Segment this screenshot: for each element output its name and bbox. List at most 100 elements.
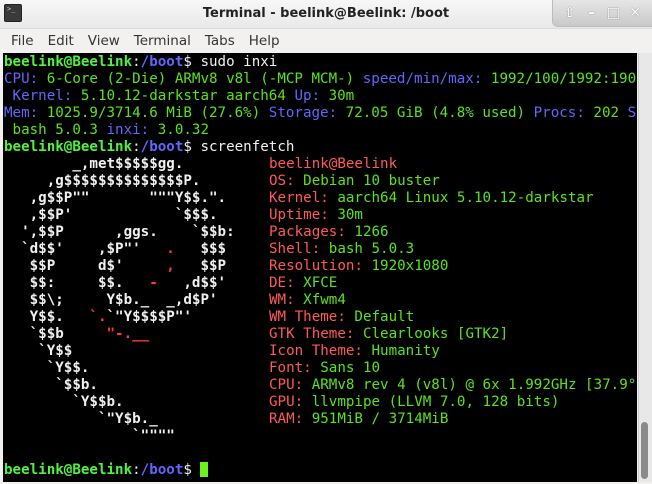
info-value: aarch64 Linux 5.10.12-darkstar	[328, 190, 594, 206]
info-label: OS:	[269, 173, 295, 189]
info-value: bash 5.0.3	[320, 241, 415, 257]
command-output: beelink@Beelink:/boot$ sudo inxi CPU: 6-C…	[4, 54, 637, 156]
info-value: Xfwm4	[294, 292, 346, 308]
logo-segment: -	[149, 275, 158, 291]
logo-segment: `d$$' ,$P"'	[4, 241, 167, 257]
output-segment: :	[132, 139, 141, 155]
info-row: CPU: ARMv8 rev 4 (v8l) @ 6x 1.992GHz [37…	[269, 377, 637, 394]
window-controls: ⇧ – □ ✕	[552, 0, 652, 27]
logo-segment: `$$b	[4, 326, 107, 342]
logo-line: `""""	[4, 428, 235, 445]
output-line: beelink@Beelink:/boot$ screenfetch	[4, 139, 637, 156]
info-row: Icon Theme: Humanity	[269, 343, 637, 360]
logo-segment: $$P	[174, 258, 227, 274]
logo-line: Y$$. `.`"Y$$$$P"'	[4, 309, 235, 326]
debian-ascii-logo: _,met$$$$$gg. ,g$$$$$$$$$$$$$$P. ,g$$P""…	[4, 156, 235, 445]
info-label: DE:	[269, 275, 295, 291]
info-row: Shell: bash 5.0.3	[269, 241, 637, 258]
menu-tabs[interactable]: Tabs	[198, 29, 242, 53]
logo-segment: ,g$$$$$$$$$$$$$$P.	[4, 173, 201, 189]
scrollbar[interactable]	[638, 53, 652, 482]
output-segment: Kernel:	[4, 88, 73, 104]
output-segment: Storage:	[268, 105, 338, 121]
logo-segment: ,g$$P"" """Y$$.".	[4, 190, 227, 206]
output-segment: inxi:	[106, 122, 150, 138]
info-row: DE: XFCE	[269, 275, 637, 292]
minimize-icon[interactable]: –	[584, 5, 600, 21]
final-prompt: beelink@Beelink:/boot$	[4, 462, 209, 479]
title-bar: >_ Terminal - beelink@Beelink: /boot ⇧ –…	[0, 0, 652, 29]
info-label: WM Theme:	[269, 309, 346, 325]
logo-segment: $$P d$'	[4, 258, 167, 274]
logo-segment: .	[166, 241, 175, 257]
logo-segment: ,d$$'	[157, 275, 227, 291]
info-label: beelink@Beelink	[269, 156, 398, 172]
output-segment: beelink@Beelink	[4, 139, 133, 155]
info-value: 30m	[328, 207, 363, 223]
output-segment: speed/min/max:	[362, 71, 483, 87]
info-row: GTK Theme: Clearlooks [GTK2]	[269, 326, 637, 343]
close-icon[interactable]: ✕	[627, 5, 643, 21]
info-label: GTK Theme:	[269, 326, 355, 342]
info-row: Kernel: aarch64 Linux 5.10.12-darkstar	[269, 190, 637, 207]
terminal-output[interactable]: beelink@Beelink:/boot$ sudo inxi CPU: 6-C…	[3, 53, 637, 482]
info-value: Debian 10 buster	[294, 173, 440, 189]
prompt-segment: /boot	[140, 462, 184, 478]
logo-line: `Y$$	[4, 343, 235, 360]
system-info: beelink@Beelink OS: Debian 10 buster Kerne…	[269, 156, 637, 428]
menu-edit[interactable]: Edit	[41, 29, 81, 53]
output-segment: /boot	[140, 139, 184, 155]
info-value: 1266	[345, 224, 389, 240]
info-row: RAM: 951MiB / 3714MiB	[269, 411, 637, 428]
menu-file[interactable]: File	[4, 29, 41, 53]
info-value: llvmpipe (LLVM 7.0, 128 bits)	[303, 394, 560, 410]
logo-segment: `""""	[4, 428, 175, 444]
logo-segment: _,met$$$$$gg.	[4, 156, 184, 172]
keep-on-top-icon[interactable]: ⇧	[562, 5, 578, 21]
info-row: WM: Xfwm4	[269, 292, 637, 309]
output-segment: bash 5.0.3	[4, 122, 107, 138]
output-segment: $ screenfetch	[183, 139, 295, 155]
info-label: Kernel:	[269, 190, 329, 206]
logo-line: $$: $$. - ,d$$'	[4, 275, 235, 292]
info-value: XFCE	[294, 275, 338, 291]
menu-help[interactable]: Help	[242, 29, 287, 53]
scrollbar-thumb[interactable]	[641, 422, 648, 479]
output-segment: 72.05 GiB (4.8% used)	[337, 105, 534, 121]
output-line: Mem: 1025.9/3714.6 MiB (27.6%) Storage: …	[4, 105, 637, 122]
logo-line: `$$b "-.__	[4, 326, 235, 343]
menu-terminal[interactable]: Terminal	[127, 29, 198, 53]
logo-segment: ,$$P' `$$$.	[4, 207, 218, 223]
output-segment: CPU:	[4, 71, 39, 87]
logo-segment: ,	[166, 258, 175, 274]
info-label: WM:	[269, 292, 295, 308]
logo-segment: `"Y$b._	[4, 411, 158, 427]
info-row: WM Theme: Default	[269, 309, 637, 326]
prompt-segment: :	[132, 462, 141, 478]
info-label: Icon Theme:	[269, 343, 363, 359]
info-label: CPU:	[269, 377, 304, 393]
output-segment: 3.0.32	[149, 122, 210, 138]
prompt-line: beelink@Beelink:/boot$	[4, 462, 209, 479]
logo-segment: `Y$$b.	[4, 394, 124, 410]
logo-line: `d$$' ,$P"' . $$$	[4, 241, 235, 258]
info-value: Default	[345, 309, 415, 325]
logo-line: ,g$$$$$$$$$$$$$$P.	[4, 173, 235, 190]
info-label: RAM:	[269, 411, 304, 427]
logo-segment: `.	[89, 309, 107, 325]
logo-segment: $$$	[174, 241, 227, 257]
logo-line: `Y$$b.	[4, 394, 235, 411]
menu-view[interactable]: View	[81, 29, 127, 53]
logo-segment: "-.__	[106, 326, 150, 342]
output-segment: 6-Core (2-Die) ARMv8 v8l (-MCP MCM-)	[38, 71, 363, 87]
output-segment: Mem:	[4, 105, 39, 121]
output-line: beelink@Beelink:/boot$ sudo inxi	[4, 54, 637, 71]
info-row: Font: Sans 10	[269, 360, 637, 377]
info-label: Shell:	[269, 241, 321, 257]
info-value: 1920x1080	[362, 258, 449, 274]
maximize-icon[interactable]: □	[605, 5, 621, 21]
output-line: Kernel: 5.10.12-darkstar aarch64 Up: 30m	[4, 88, 637, 105]
prompt-segment: $	[183, 462, 201, 478]
info-row: Uptime: 30m	[269, 207, 637, 224]
output-segment: /boot	[140, 54, 184, 70]
